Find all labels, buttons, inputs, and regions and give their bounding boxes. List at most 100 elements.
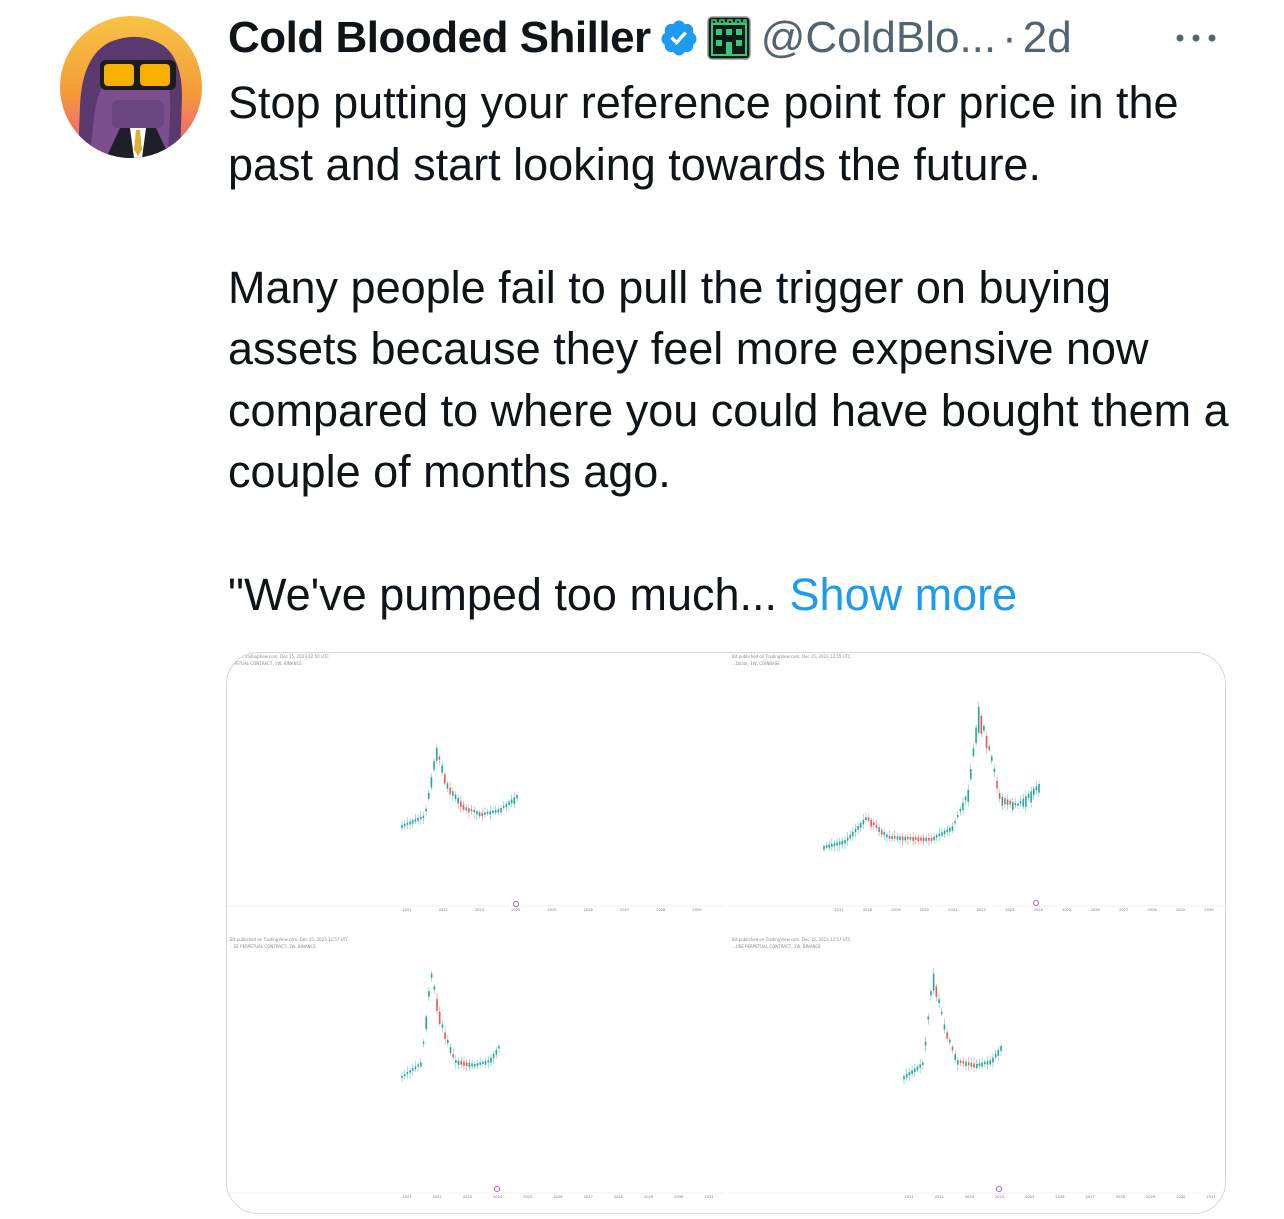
tick-label: 2029 bbox=[644, 1195, 654, 1199]
candle bbox=[919, 1064, 921, 1068]
candle bbox=[460, 801, 462, 808]
candle bbox=[449, 787, 451, 795]
tick-label: 2021 bbox=[402, 908, 411, 912]
candle bbox=[994, 1053, 997, 1058]
candle bbox=[500, 808, 502, 813]
candle bbox=[977, 706, 980, 733]
more-options-icon[interactable] bbox=[1172, 24, 1220, 52]
candle bbox=[852, 831, 854, 837]
tick-label: 2017 bbox=[834, 908, 843, 912]
candle bbox=[865, 817, 867, 820]
candle bbox=[457, 1060, 460, 1065]
candle bbox=[452, 791, 454, 796]
candle bbox=[1022, 798, 1025, 807]
candle bbox=[1000, 1046, 1002, 1051]
candle bbox=[903, 1076, 905, 1080]
candle bbox=[1011, 801, 1014, 810]
candle bbox=[414, 819, 417, 822]
candle bbox=[949, 827, 951, 832]
candle bbox=[883, 832, 886, 836]
candle bbox=[823, 846, 825, 850]
author-display-name[interactable]: Cold Blooded Shiller bbox=[228, 12, 651, 64]
candle bbox=[1035, 786, 1038, 791]
green-building-badge-icon[interactable] bbox=[706, 16, 751, 60]
candle bbox=[463, 1061, 465, 1066]
chart-4-header-line-1: Bit published on TradingView.com, Dec 15… bbox=[732, 937, 851, 942]
tick-label: 2025 bbox=[1025, 1195, 1034, 1199]
current-time-marker-icon bbox=[995, 1185, 1002, 1192]
candle bbox=[912, 837, 914, 841]
author-avatar[interactable] bbox=[60, 16, 202, 158]
tick-label: 2021 bbox=[948, 908, 957, 912]
media-grid: ...d on TradingView.com, Dec 15, 2023 12… bbox=[226, 652, 1226, 1214]
candle bbox=[924, 1041, 927, 1046]
candle bbox=[422, 1041, 425, 1044]
tick-label: 2023 bbox=[475, 908, 484, 912]
candle bbox=[462, 804, 465, 810]
media-image-1[interactable]: ...d on TradingView.com, Dec 15, 2023 12… bbox=[227, 653, 725, 932]
tweet-paragraph-2: Many people fail to pull the trigger on … bbox=[228, 261, 1229, 498]
candle bbox=[905, 1074, 908, 1078]
tick-label: 2025 bbox=[523, 1195, 532, 1199]
media-image-4[interactable]: Bit published on TradingView.com, Dec 15… bbox=[729, 936, 1225, 1213]
candle bbox=[886, 834, 888, 838]
candle bbox=[473, 1064, 476, 1067]
tick-label: 2025 bbox=[1062, 908, 1071, 912]
candle bbox=[973, 1063, 975, 1068]
candle bbox=[417, 1064, 419, 1067]
candle bbox=[854, 828, 857, 833]
candle bbox=[513, 797, 516, 804]
tick-label: 2026 bbox=[553, 1195, 563, 1199]
candle bbox=[443, 774, 446, 784]
candle bbox=[904, 836, 907, 841]
candle bbox=[972, 748, 975, 756]
candle bbox=[962, 802, 964, 811]
candle bbox=[913, 1068, 916, 1072]
author-handle[interactable]: @ColdBlo... bbox=[761, 12, 996, 64]
candle bbox=[978, 1063, 981, 1067]
candle bbox=[946, 829, 949, 833]
media-image-3[interactable]: Bit published on TradingView.com, Dec 15… bbox=[227, 936, 725, 1213]
candle bbox=[401, 825, 403, 828]
tick-label: 2026 bbox=[584, 908, 594, 912]
tick-label: 2022 bbox=[935, 1195, 944, 1199]
verified-badge-icon[interactable] bbox=[659, 18, 699, 58]
candle bbox=[510, 799, 513, 804]
candle bbox=[983, 725, 985, 731]
media-image-2[interactable]: Bit published on TradingView.com, Dec 15… bbox=[729, 653, 1225, 932]
candle bbox=[479, 1062, 481, 1065]
candle bbox=[409, 1070, 411, 1073]
candle bbox=[930, 838, 933, 841]
candle bbox=[959, 808, 962, 812]
tweet-timestamp[interactable]: 2d bbox=[1023, 12, 1072, 64]
chart-image-2: Bit published on TradingView.com, Dec 15… bbox=[729, 654, 1225, 912]
candle bbox=[1027, 793, 1030, 798]
show-more-link[interactable]: Show more bbox=[790, 569, 1018, 620]
candle bbox=[878, 827, 880, 833]
tweet-paragraph-1: Stop putting your reference point for pr… bbox=[228, 77, 1179, 190]
candle bbox=[489, 811, 492, 815]
candle bbox=[487, 1060, 490, 1063]
tick-label: 2020 bbox=[920, 908, 930, 912]
candle bbox=[497, 809, 500, 813]
candle bbox=[880, 829, 883, 835]
chart-2-header-line-1: Bit published on TradingView.com, Dec 15… bbox=[732, 654, 851, 659]
candle bbox=[951, 826, 954, 831]
candle bbox=[484, 1061, 487, 1065]
candle bbox=[959, 1060, 962, 1063]
candle bbox=[833, 843, 836, 846]
tick-label: 2018 bbox=[863, 908, 873, 912]
candle bbox=[516, 795, 518, 799]
candle bbox=[908, 1072, 911, 1076]
tick-label: 2024 bbox=[1034, 908, 1044, 912]
candle bbox=[988, 746, 990, 750]
candle bbox=[455, 1060, 457, 1064]
candle bbox=[975, 727, 977, 744]
candle bbox=[422, 815, 425, 818]
tick-label: 2030 bbox=[1176, 1195, 1186, 1199]
candle bbox=[438, 1011, 441, 1024]
chart-1-candles bbox=[401, 744, 518, 831]
candle bbox=[998, 793, 1001, 799]
candle bbox=[1038, 784, 1040, 793]
candle bbox=[481, 812, 484, 817]
